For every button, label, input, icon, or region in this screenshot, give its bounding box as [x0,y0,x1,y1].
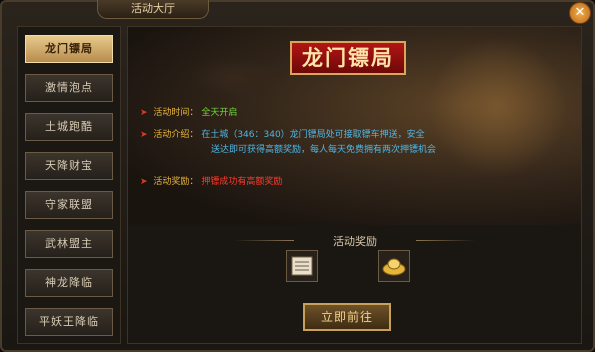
sidebar-item-home-guard-alliance[interactable]: 守家联盟 [25,191,113,219]
activity-hall-window: 活动大厅 ✕ 龙门镖局 激情泡点 土城跑酷 天降财宝 守家联盟 武林盟主 神龙降… [0,0,595,352]
event-time-label: 活动时间： [153,108,199,118]
sidebar-item-dragon-descent[interactable]: 神龙降临 [25,269,113,297]
event-intro-label: 活动介绍： [153,130,199,140]
bullet-icon: ➤ [140,177,148,187]
sidebar-item-treasure-fall[interactable]: 天降财宝 [25,152,113,180]
reward-scroll-icon [291,256,313,276]
event-intro-row-2: 送达即可获得高额奖励，每人每天免费拥有两次押镖机会 [211,143,436,157]
activity-detail-panel: 龙门镖局 ➤ 活动时间： 全天开启 ➤ 活动介绍： 在土城（346：340）龙门… [127,26,582,344]
event-intro-line1: 在土城（346：340）龙门镖局处可接取镖车押送，安全 [201,130,425,140]
event-reward-row: ➤ 活动奖励： 押镖成功有高额奖励 [140,175,282,189]
event-reward-label: 活动奖励： [153,177,199,187]
event-time-row: ➤ 活动时间： 全天开启 [140,106,237,120]
bullet-icon: ➤ [140,130,148,140]
event-reward-value: 押镖成功有高额奖励 [201,177,283,187]
sidebar-item-martial-leader[interactable]: 武林盟主 [25,230,113,258]
reward-slot-2[interactable] [378,250,410,282]
gold-ingot-icon [382,258,406,276]
close-icon[interactable]: ✕ [569,2,591,24]
event-time-value: 全天开启 [201,108,238,118]
reward-slot-1[interactable] [286,250,318,282]
window-title: 活动大厅 [97,0,209,19]
sidebar-item-dragon-gate-escort[interactable]: 龙门镖局 [25,35,113,63]
go-now-button[interactable]: 立即前往 [303,303,391,331]
bird-silhouette-icon [188,57,278,97]
bullet-icon: ➤ [140,108,148,118]
rewards-header: 活动奖励 [234,233,476,249]
event-title: 龙门镖局 [290,41,406,75]
event-intro-line2: 送达即可获得高额奖励，每人每天免费拥有两次押镖机会 [211,145,437,155]
event-intro-row: ➤ 活动介绍： 在土城（346：340）龙门镖局处可接取镖车押送，安全 [140,128,425,142]
event-banner: 龙门镖局 ➤ 活动时间： 全天开启 ➤ 活动介绍： 在土城（346：340）龙门… [128,27,581,225]
sidebar-item-earth-city-parkour[interactable]: 土城跑酷 [25,113,113,141]
activity-sidebar: 龙门镖局 激情泡点 土城跑酷 天降财宝 守家联盟 武林盟主 神龙降临 平妖王降临 [17,26,121,344]
sidebar-item-demon-king-descent[interactable]: 平妖王降临 [25,308,113,336]
sidebar-item-passion-bubble[interactable]: 激情泡点 [25,74,113,102]
dragon-art-icon [428,37,568,177]
